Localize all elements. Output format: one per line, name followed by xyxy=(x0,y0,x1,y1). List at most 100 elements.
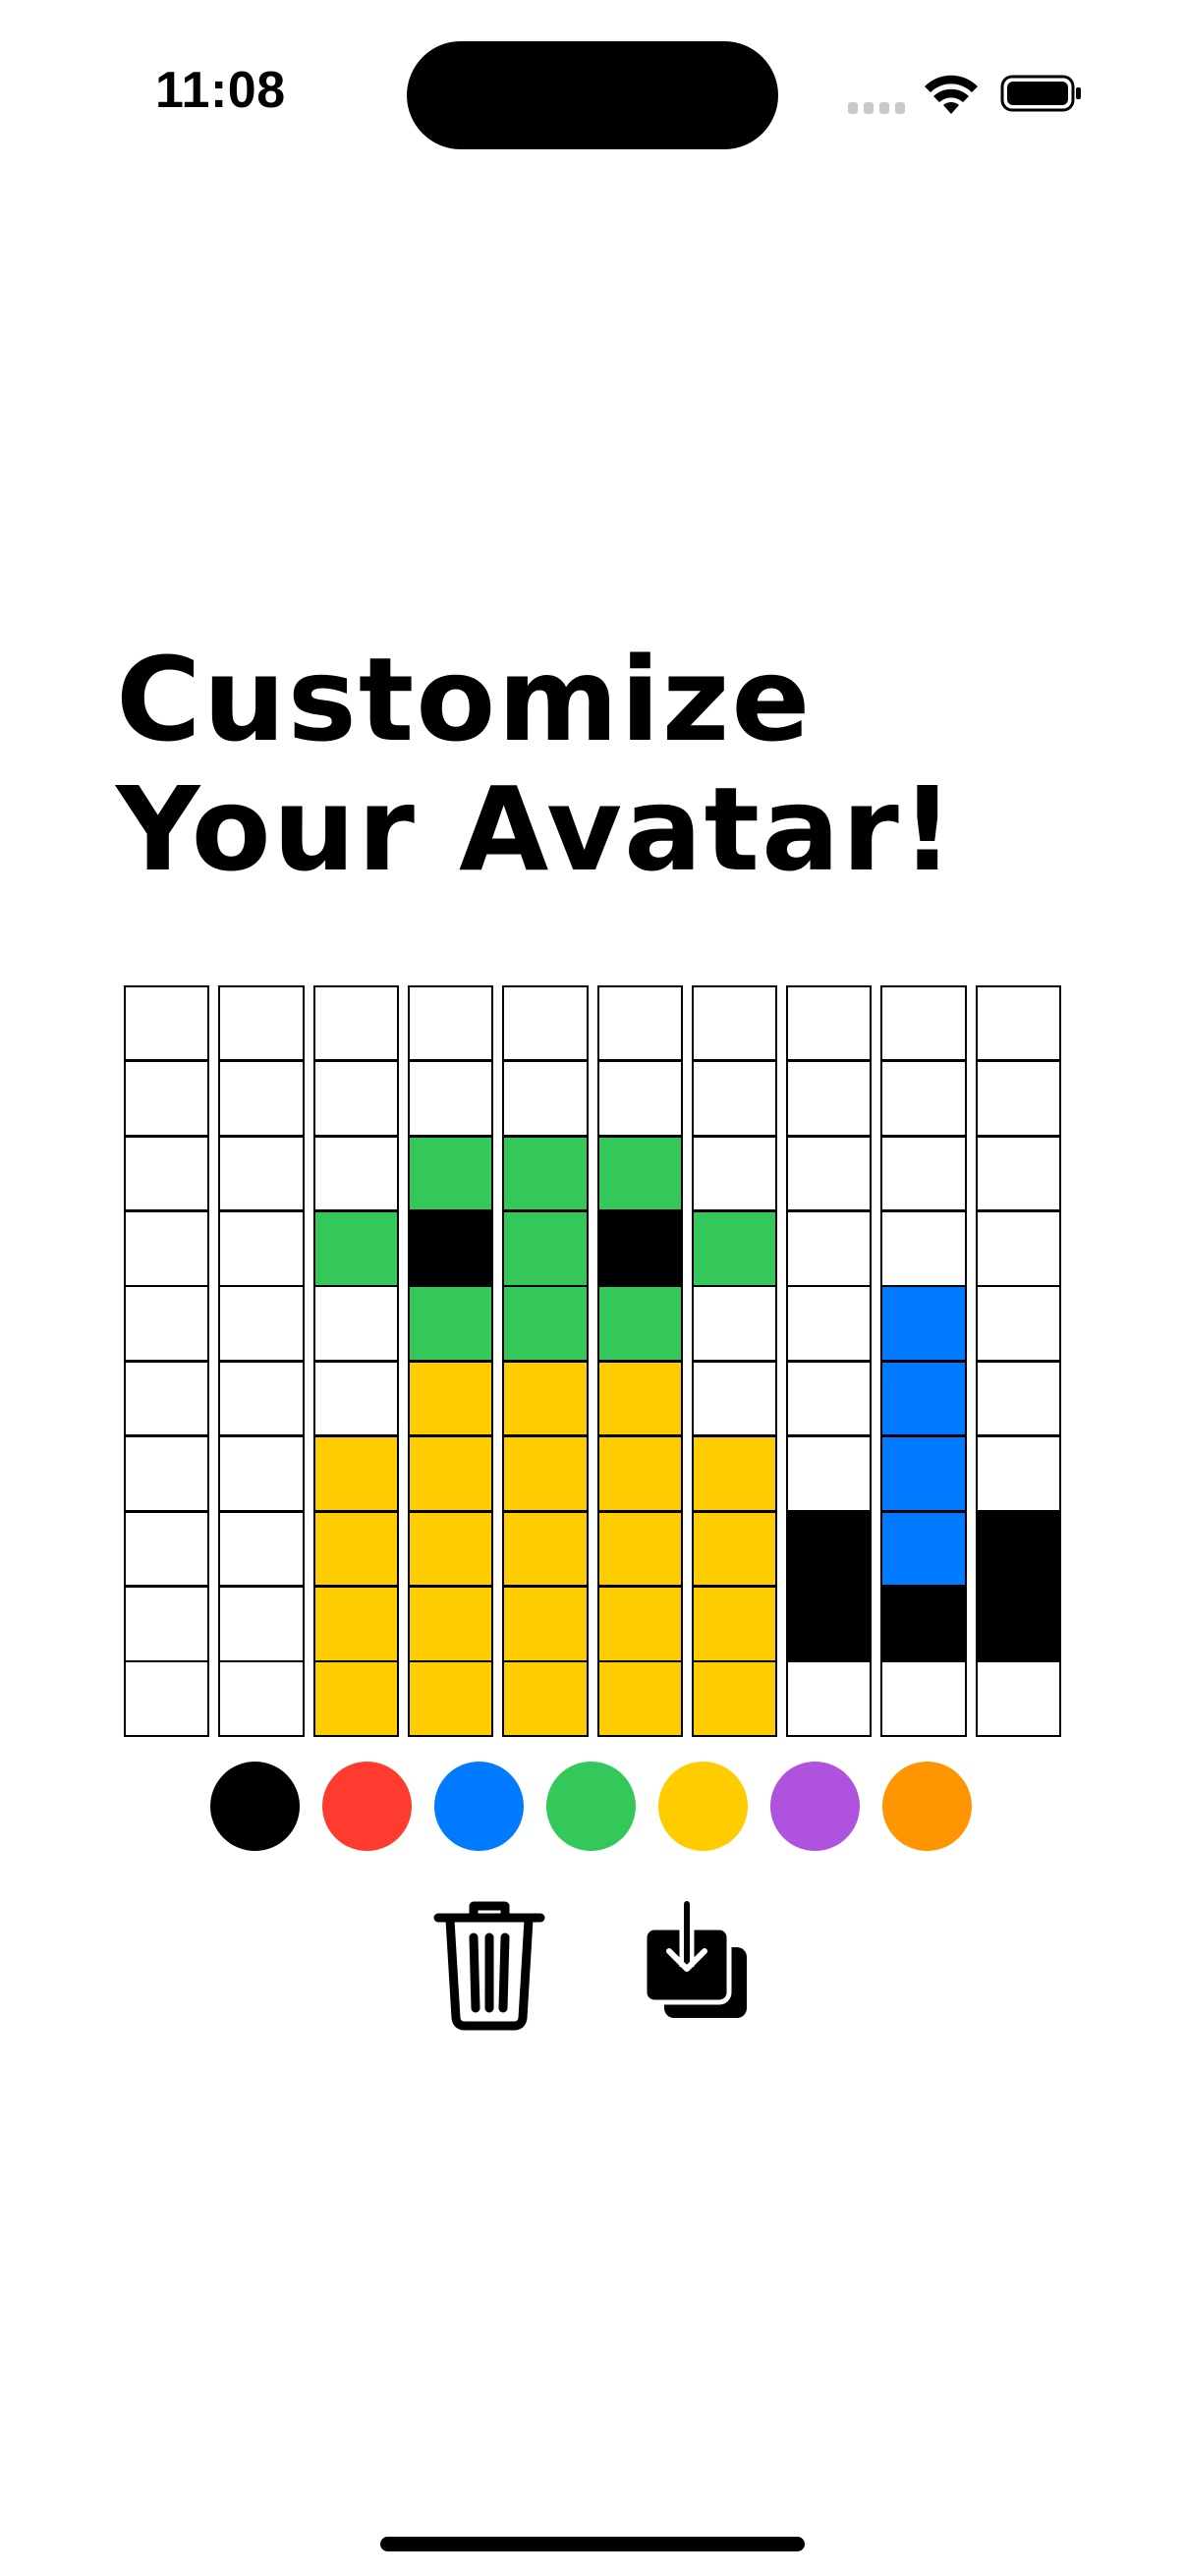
grid-cell[interactable] xyxy=(880,1660,967,1737)
grid-cell[interactable] xyxy=(407,1510,494,1588)
grid-cell[interactable] xyxy=(880,1510,967,1588)
grid-cell[interactable] xyxy=(786,1209,873,1287)
grid-cell[interactable] xyxy=(596,1510,683,1588)
grid-cell[interactable] xyxy=(502,1360,589,1437)
grid-cell[interactable] xyxy=(975,984,1061,1062)
grid-cell[interactable] xyxy=(124,1060,210,1137)
grid-cell[interactable] xyxy=(880,984,967,1062)
grid-cell[interactable] xyxy=(786,1510,873,1588)
grid-cell[interactable] xyxy=(786,1135,873,1212)
color-swatch-yellow[interactable] xyxy=(658,1762,748,1851)
grid-cell[interactable] xyxy=(218,1510,305,1588)
grid-cell[interactable] xyxy=(502,1510,589,1588)
grid-cell[interactable] xyxy=(786,984,873,1062)
color-swatch-purple[interactable] xyxy=(770,1762,860,1851)
grid-cell[interactable] xyxy=(596,1285,683,1362)
color-swatch-orange[interactable] xyxy=(882,1762,972,1851)
grid-cell[interactable] xyxy=(975,1660,1061,1737)
grid-cell[interactable] xyxy=(124,1360,210,1437)
grid-cell[interactable] xyxy=(880,1135,967,1212)
grid-cell[interactable] xyxy=(218,1285,305,1362)
grid-cell[interactable] xyxy=(502,1660,589,1737)
grid-cell[interactable] xyxy=(691,1135,778,1212)
grid-cell[interactable] xyxy=(124,1585,210,1662)
grid-cell[interactable] xyxy=(691,1209,778,1287)
grid-cell[interactable] xyxy=(312,1660,399,1737)
grid-cell[interactable] xyxy=(975,1135,1061,1212)
grid-cell[interactable] xyxy=(124,984,210,1062)
color-swatch-red[interactable] xyxy=(322,1762,412,1851)
grid-cell[interactable] xyxy=(596,1585,683,1662)
grid-cell[interactable] xyxy=(124,1135,210,1212)
grid-cell[interactable] xyxy=(218,1209,305,1287)
grid-cell[interactable] xyxy=(312,1585,399,1662)
grid-cell[interactable] xyxy=(312,1360,399,1437)
grid-cell[interactable] xyxy=(786,1060,873,1137)
color-swatch-blue[interactable] xyxy=(434,1762,524,1851)
grid-cell[interactable] xyxy=(407,1285,494,1362)
grid-cell[interactable] xyxy=(124,1660,210,1737)
grid-cell[interactable] xyxy=(691,1285,778,1362)
grid-cell[interactable] xyxy=(502,984,589,1062)
grid-cell[interactable] xyxy=(880,1585,967,1662)
grid-cell[interactable] xyxy=(691,984,778,1062)
grid-cell[interactable] xyxy=(312,1135,399,1212)
grid-cell[interactable] xyxy=(312,1435,399,1512)
grid-cell[interactable] xyxy=(407,1660,494,1737)
grid-cell[interactable] xyxy=(502,1135,589,1212)
grid-cell[interactable] xyxy=(407,1060,494,1137)
grid-cell[interactable] xyxy=(124,1209,210,1287)
grid-cell[interactable] xyxy=(312,1285,399,1362)
grid-cell[interactable] xyxy=(312,984,399,1062)
grid-cell[interactable] xyxy=(218,1135,305,1212)
grid-cell[interactable] xyxy=(880,1360,967,1437)
home-indicator[interactable] xyxy=(380,2537,805,2551)
grid-cell[interactable] xyxy=(691,1510,778,1588)
grid-cell[interactable] xyxy=(975,1360,1061,1437)
grid-cell[interactable] xyxy=(312,1060,399,1137)
color-swatch-black[interactable] xyxy=(210,1762,300,1851)
grid-cell[interactable] xyxy=(880,1435,967,1512)
grid-cell[interactable] xyxy=(975,1209,1061,1287)
grid-cell[interactable] xyxy=(218,1435,305,1512)
grid-cell[interactable] xyxy=(502,1209,589,1287)
save-button[interactable] xyxy=(637,1896,755,2034)
grid-cell[interactable] xyxy=(502,1435,589,1512)
grid-cell[interactable] xyxy=(407,1435,494,1512)
grid-cell[interactable] xyxy=(975,1510,1061,1588)
grid-cell[interactable] xyxy=(786,1285,873,1362)
grid-cell[interactable] xyxy=(975,1585,1061,1662)
grid-cell[interactable] xyxy=(218,1660,305,1737)
grid-cell[interactable] xyxy=(407,1209,494,1287)
grid-cell[interactable] xyxy=(880,1209,967,1287)
grid-cell[interactable] xyxy=(312,1209,399,1287)
grid-cell[interactable] xyxy=(691,1660,778,1737)
grid-cell[interactable] xyxy=(880,1060,967,1137)
grid-cell[interactable] xyxy=(124,1285,210,1362)
grid-cell[interactable] xyxy=(691,1435,778,1512)
grid-cell[interactable] xyxy=(407,1585,494,1662)
grid-cell[interactable] xyxy=(502,1285,589,1362)
grid-cell[interactable] xyxy=(218,1585,305,1662)
color-swatch-green[interactable] xyxy=(546,1762,636,1851)
grid-cell[interactable] xyxy=(880,1285,967,1362)
grid-cell[interactable] xyxy=(596,1435,683,1512)
grid-cell[interactable] xyxy=(786,1360,873,1437)
grid-cell[interactable] xyxy=(596,1360,683,1437)
grid-cell[interactable] xyxy=(312,1510,399,1588)
grid-cell[interactable] xyxy=(786,1660,873,1737)
grid-cell[interactable] xyxy=(975,1060,1061,1137)
grid-cell[interactable] xyxy=(596,1135,683,1212)
grid-cell[interactable] xyxy=(691,1060,778,1137)
grid-cell[interactable] xyxy=(786,1585,873,1662)
grid-cell[interactable] xyxy=(975,1435,1061,1512)
grid-cell[interactable] xyxy=(124,1435,210,1512)
grid-cell[interactable] xyxy=(596,1060,683,1137)
trash-button[interactable] xyxy=(430,1896,548,2034)
grid-cell[interactable] xyxy=(691,1360,778,1437)
grid-cell[interactable] xyxy=(786,1435,873,1512)
grid-cell[interactable] xyxy=(407,984,494,1062)
grid-cell[interactable] xyxy=(407,1360,494,1437)
grid-cell[interactable] xyxy=(218,984,305,1062)
grid-cell[interactable] xyxy=(975,1285,1061,1362)
